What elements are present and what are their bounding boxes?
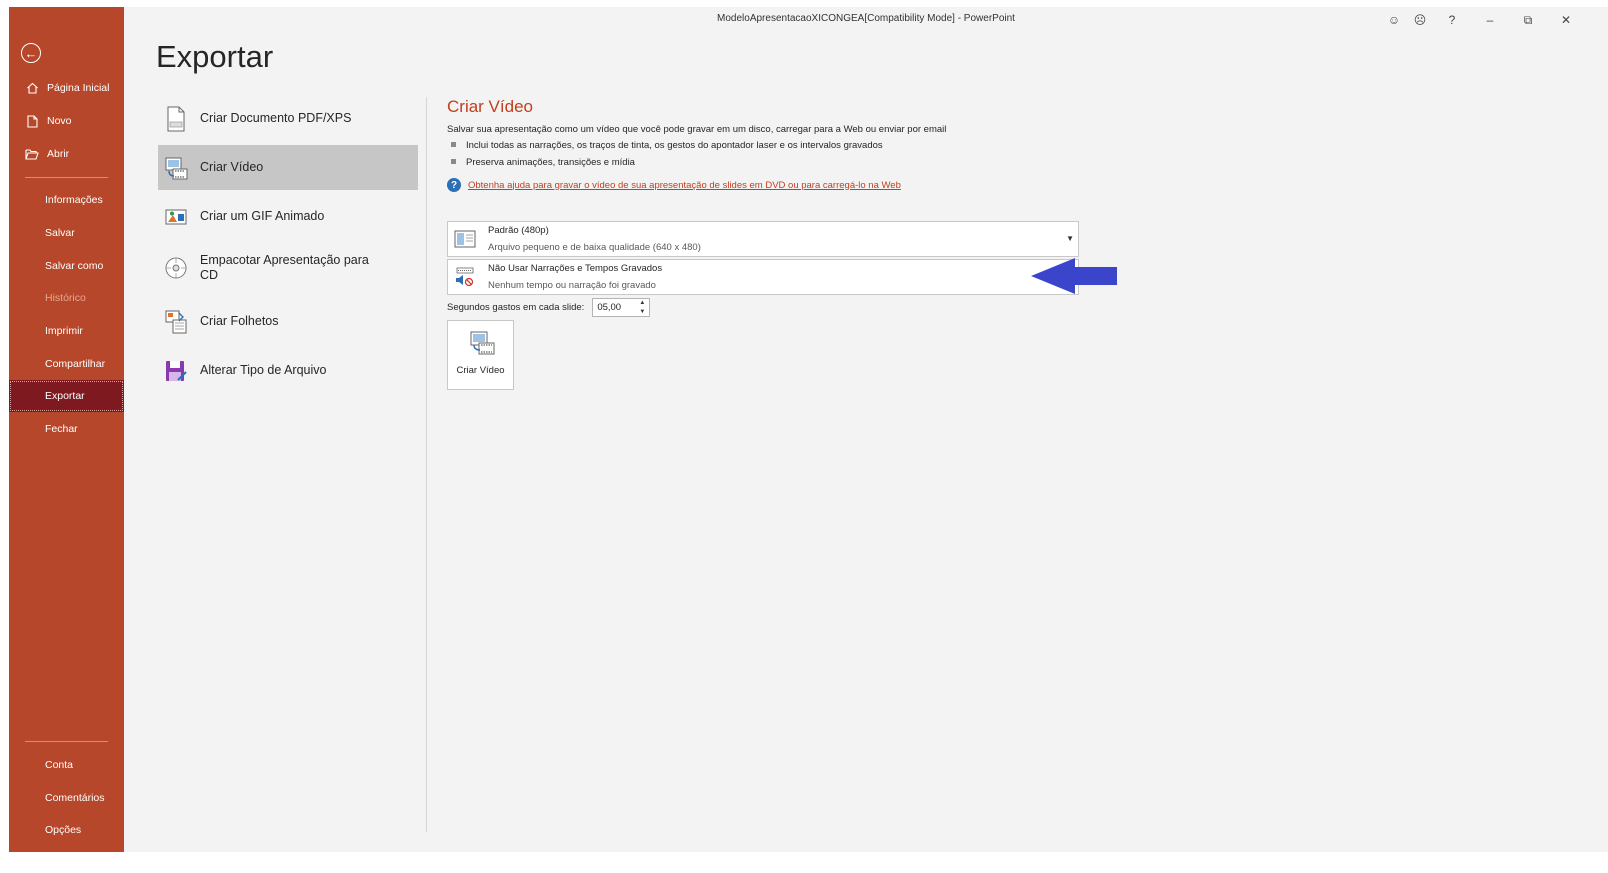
presentation-quality-icon (454, 230, 476, 248)
sidebar-item-feedback[interactable]: Comentários (9, 782, 124, 814)
bullet-text: Inclui todas as narrações, os traços de … (466, 140, 883, 151)
export-option-label: Empacotar Apresentação para CD (200, 253, 369, 282)
export-option-gif[interactable]: Criar um GIF Animado (158, 194, 418, 239)
sidebar-item-new[interactable]: Novo (9, 105, 124, 137)
frown-feedback-icon[interactable]: ☹ (1409, 10, 1431, 30)
narration-dropdown[interactable]: Não Usar Narrações e Tempos Gravados Nen… (447, 259, 1079, 295)
export-option-label: Criar Documento PDF/XPS (200, 111, 352, 125)
export-option-video[interactable]: Criar Vídeo (158, 145, 418, 190)
quality-dropdown-description: Arquivo pequeno e de baixa qualidade (64… (488, 242, 701, 253)
close-button[interactable]: ✕ (1555, 10, 1577, 30)
change-file-type-icon (166, 360, 187, 381)
spin-up-icon[interactable]: ▲ (637, 299, 647, 307)
seconds-per-slide-stepper[interactable]: ▲ ▼ (592, 298, 651, 317)
pane-divider (426, 97, 427, 832)
cd-package-icon (165, 257, 187, 279)
export-option-pdf[interactable]: Criar Documento PDF/XPS (158, 96, 418, 141)
smile-feedback-icon[interactable]: ☺ (1383, 10, 1405, 30)
sidebar-item-open[interactable]: Abrir (9, 138, 124, 170)
create-video-button[interactable]: Criar Vídeo (447, 320, 514, 390)
sidebar-item-export[interactable]: Exportar (9, 380, 124, 412)
home-icon (25, 81, 39, 95)
sidebar-item-print[interactable]: Imprimir (9, 315, 124, 347)
sidebar-item-share[interactable]: Compartilhar (9, 348, 124, 380)
pane-description: Salvar sua apresentação como um vídeo qu… (447, 124, 947, 135)
sidebar-item-home[interactable]: Página Inicial (9, 72, 124, 104)
seconds-per-slide-row: Segundos gastos em cada slide: ▲ ▼ (447, 298, 651, 317)
spin-down-icon[interactable]: ▼ (637, 308, 647, 316)
sidebar-item-save-as[interactable]: Salvar como (9, 250, 124, 282)
sidebar-item-label: Abrir (47, 148, 70, 160)
bullet-square-icon (451, 142, 456, 147)
animated-gif-icon (165, 209, 187, 224)
sidebar-item-save[interactable]: Salvar (9, 217, 124, 249)
bullet-square-icon (451, 159, 456, 164)
export-option-file-type[interactable]: Alterar Tipo de Arquivo (158, 348, 418, 393)
seconds-per-slide-input[interactable] (593, 299, 638, 316)
folder-open-icon (25, 147, 39, 161)
back-arrow-icon[interactable]: ← (21, 43, 41, 63)
sidebar-item-label: Novo (47, 115, 72, 127)
sidebar-divider (25, 177, 108, 178)
question-help-icon: ? (447, 178, 461, 192)
pane-title: Criar Vídeo (447, 97, 533, 116)
export-option-cd[interactable]: Empacotar Apresentação para CD (158, 243, 418, 293)
export-option-handouts[interactable]: Criar Folhetos (158, 299, 418, 344)
export-option-label: Criar Vídeo (200, 160, 264, 174)
create-video-icon (165, 157, 188, 179)
bullet-text: Preserva animações, transições e mídia (466, 157, 635, 168)
export-option-label: Criar um GIF Animado (200, 209, 325, 223)
sidebar-item-info[interactable]: Informações (9, 184, 124, 216)
sidebar-divider (25, 741, 108, 742)
new-document-icon (25, 114, 39, 128)
narration-dropdown-value: Não Usar Narrações e Tempos Gravados (488, 263, 663, 274)
narration-dropdown-description: Nenhum tempo ou narração foi gravado (488, 280, 656, 291)
restore-button[interactable]: ⧉ (1517, 10, 1539, 30)
quality-dropdown-value: Padrão (480p) (488, 225, 549, 236)
chevron-down-icon: ▼ (1066, 234, 1074, 243)
export-option-label: Criar Folhetos (200, 314, 279, 328)
sidebar-item-account[interactable]: Conta (9, 749, 124, 781)
powerpoint-backstage-window: ← Página Inicial Novo Abrir Informações … (9, 7, 1608, 852)
no-narration-icon (456, 267, 474, 287)
pdf-document-icon (167, 106, 185, 131)
create-video-button-label: Criar Vídeo (456, 365, 505, 376)
handouts-icon (165, 310, 187, 333)
quality-dropdown[interactable]: Padrão (480p) Arquivo pequeno e de baixa… (447, 221, 1079, 257)
help-icon[interactable]: ? (1441, 10, 1463, 30)
minimize-button[interactable]: – (1479, 10, 1501, 30)
sidebar-item-label: Página Inicial (47, 82, 110, 94)
title-bar: ModeloApresentacaoXICONGEA[Compatibility… (124, 7, 1608, 33)
create-video-icon (470, 331, 495, 355)
help-row: ? Obtenha ajuda para gravar o vídeo de s… (447, 178, 901, 192)
seconds-per-slide-label: Segundos gastos em cada slide: (447, 302, 585, 313)
help-link[interactable]: Obtenha ajuda para gravar o vídeo de sua… (468, 180, 901, 191)
sidebar-item-options[interactable]: Opções (9, 814, 124, 846)
bullet-item: Inclui todas as narrações, os traços de … (451, 140, 883, 151)
backstage-sidebar: ← Página Inicial Novo Abrir Informações … (9, 7, 124, 852)
sidebar-item-close[interactable]: Fechar (9, 413, 124, 445)
sidebar-item-history: Histórico (45, 292, 86, 304)
export-option-label: Alterar Tipo de Arquivo (200, 363, 327, 377)
bullet-item: Preserva animações, transições e mídia (451, 157, 635, 168)
annotation-arrow-icon (1031, 258, 1117, 294)
page-title: Exportar (156, 39, 274, 74)
